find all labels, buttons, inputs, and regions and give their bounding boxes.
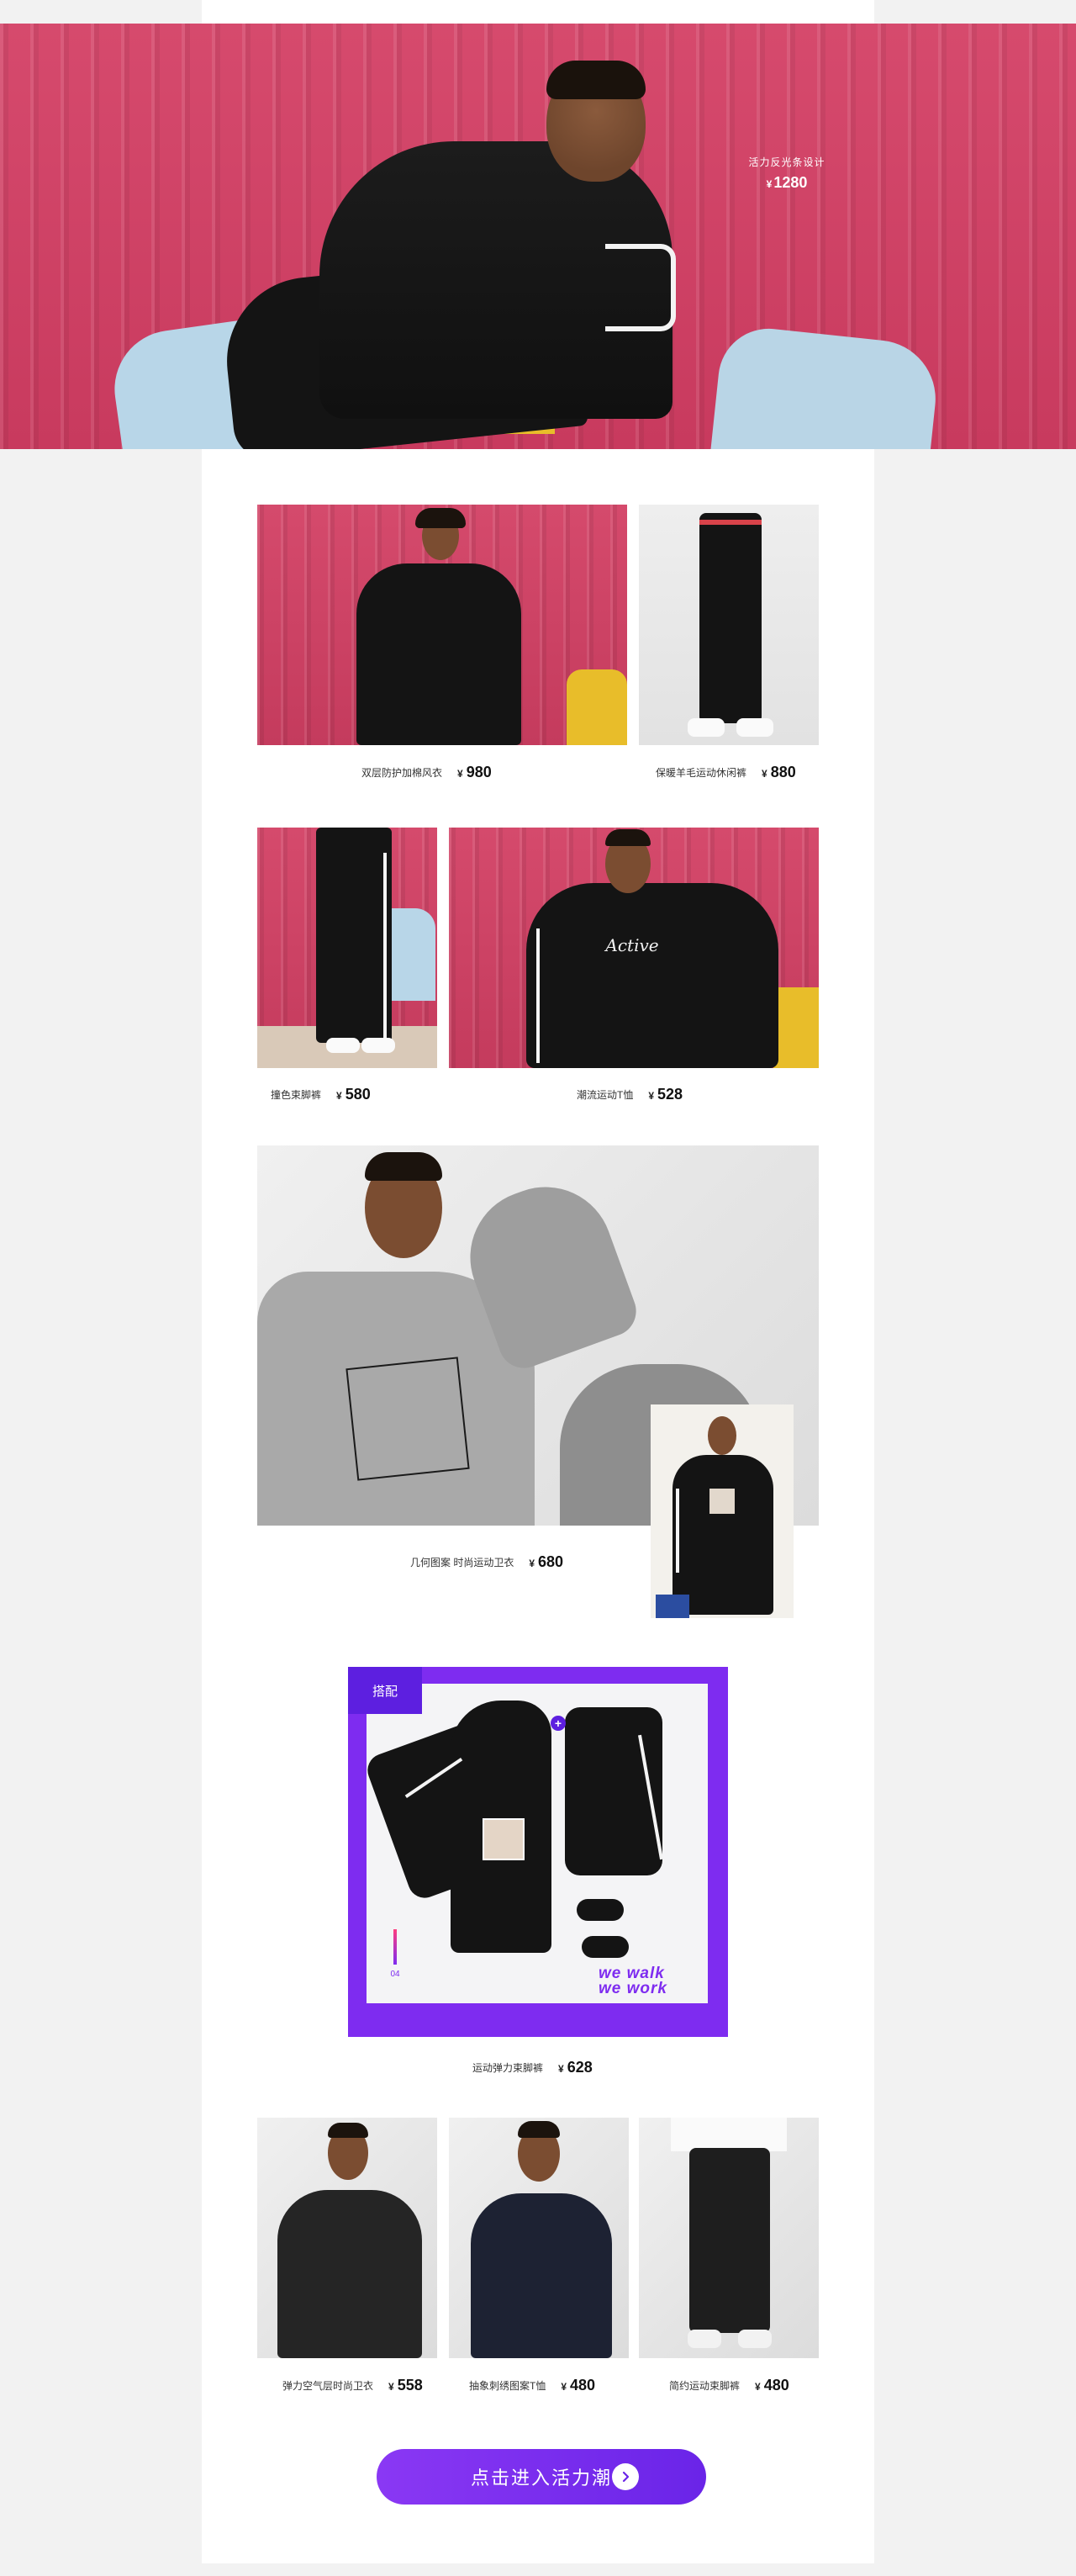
product-caption: 弹力空气层时尚卫衣 ¥558 <box>282 2376 423 2394</box>
combo-tag: 搭配 <box>348 1667 422 1714</box>
currency-symbol: ¥ <box>648 1089 655 1102</box>
product-name: 潮流运动T恤 <box>577 1088 634 1101</box>
model-hoodie <box>356 563 521 745</box>
product-name: 撞色束脚裤 <box>271 1088 322 1101</box>
currency-symbol: ¥ <box>762 767 767 780</box>
enter-store-button[interactable]: 点击进入活力潮 <box>377 2449 706 2505</box>
product-caption: 撞色束脚裤 ¥580 <box>271 1085 371 1103</box>
product-name: 保暖羊毛运动休闲裤 <box>656 766 747 779</box>
product-caption: 保暖羊毛运动休闲裤 ¥880 <box>656 763 796 781</box>
product-caption: 潮流运动T恤 ¥528 <box>577 1085 683 1103</box>
enter-store-label: 点击进入活力潮 <box>470 2468 612 2489</box>
product-name: 抽象刺绣图案T恤 <box>469 2379 546 2392</box>
product-image-pants[interactable] <box>639 505 819 745</box>
combo-number-bar <box>393 1929 397 1965</box>
product-price: 680 <box>538 1552 564 1570</box>
product-price: 980 <box>466 763 492 780</box>
combo-tagline-line2: we work <box>599 1980 667 1997</box>
product-name: 简约运动束脚裤 <box>669 2379 741 2392</box>
currency-symbol: ¥ <box>558 2062 564 2075</box>
combo-flatlay[interactable] <box>362 1684 708 2003</box>
product-image-embroidered-tee[interactable] <box>449 2118 629 2358</box>
shoe-left <box>688 2330 721 2348</box>
product-caption: 运动弹力束脚裤 ¥628 <box>472 2058 593 2076</box>
hero-model-hair <box>546 61 646 99</box>
model-hair <box>605 829 651 846</box>
combo-number: 04 <box>388 1929 402 1979</box>
tshirt-print: Active <box>605 935 659 955</box>
jogger-pants <box>689 2148 770 2333</box>
product-caption: 抽象刺绣图案T恤 ¥480 <box>469 2376 595 2394</box>
yellow-chair <box>773 987 819 1068</box>
product-caption: 简约运动束脚裤 ¥480 <box>669 2376 789 2394</box>
shoe-left <box>688 718 725 737</box>
product-price: 628 <box>567 2058 593 2076</box>
currency-symbol: ¥ <box>529 1557 535 1569</box>
sleeve-stripe <box>676 1489 679 1573</box>
model-face <box>708 1416 736 1455</box>
currency-symbol: ¥ <box>336 1089 342 1102</box>
hero-subtitle: 活力反光条设计 <box>748 156 825 168</box>
flatlay-shoe-bottom <box>582 1936 629 1958</box>
product-image-jogger[interactable] <box>639 2118 819 2358</box>
hero-chair-right <box>706 323 942 449</box>
model-hood <box>415 508 466 528</box>
shoe-right <box>738 2330 772 2348</box>
hero-caption: 活力反光条设计 ¥1280 <box>736 155 837 192</box>
product-name: 几何图案 时尚运动卫衣 <box>410 1556 514 1568</box>
flatlay-shoe-top <box>577 1899 624 1921</box>
model-hair <box>365 1152 442 1181</box>
product-price: 558 <box>397 2376 423 2394</box>
combo-number-text: 04 <box>390 1970 400 1979</box>
yellow-chair <box>567 669 627 745</box>
product-image-tshirt[interactable]: Active <box>449 828 819 1068</box>
shoe-right <box>361 1038 395 1053</box>
product-name: 双层防护加棉风衣 <box>361 766 443 779</box>
shoe-right <box>736 718 773 737</box>
hero-price-value: 1280 <box>773 174 808 191</box>
pants-stripe <box>383 853 387 1038</box>
black-hoodie <box>672 1455 773 1615</box>
hero-reflective-stripe <box>605 244 676 331</box>
model-hair <box>518 2121 560 2138</box>
product-price: 528 <box>657 1085 683 1103</box>
hero-banner[interactable]: 活力反光条设计 ¥1280 <box>0 24 1076 449</box>
geometric-print <box>345 1357 470 1481</box>
product-price: 480 <box>570 2376 596 2394</box>
model-tshirt <box>526 883 778 1068</box>
pants-waistband <box>699 520 762 525</box>
product-name: 运动弹力束脚裤 <box>472 2061 544 2074</box>
product-image-jacket[interactable] <box>257 505 627 745</box>
currency-symbol: ¥ <box>561 2380 567 2393</box>
model-tee <box>471 2193 612 2358</box>
sleeve-stripe <box>536 928 540 1063</box>
product-price: 580 <box>345 1085 371 1103</box>
model-sweatshirt <box>277 2190 422 2358</box>
flatlay-hoodie-print <box>483 1818 525 1860</box>
product-price: 480 <box>763 2376 789 2394</box>
currency-symbol: ¥ <box>388 2380 394 2393</box>
shoe-left <box>326 1038 360 1053</box>
product-image-sweatshirt[interactable] <box>257 2118 437 2358</box>
product-caption: 双层防护加棉风衣 ¥980 <box>361 763 492 781</box>
hero-price: ¥1280 <box>736 174 837 192</box>
combo-tagline: we walk we work <box>599 1965 716 1997</box>
currency-symbol: ¥ <box>457 767 463 780</box>
chevron-right-icon <box>612 2463 639 2490</box>
product-price: 880 <box>770 763 796 780</box>
product-name: 弹力空气层时尚卫衣 <box>282 2379 374 2392</box>
currency-symbol: ¥ <box>755 2380 761 2393</box>
hero-currency: ¥ <box>766 178 773 190</box>
white-shirt <box>671 2118 787 2151</box>
model-hair <box>328 2123 368 2138</box>
plus-icon: + <box>551 1716 566 1731</box>
pants <box>316 828 392 1043</box>
bag <box>656 1595 689 1618</box>
product-image-track-pants[interactable] <box>257 828 437 1068</box>
hoodie-print <box>709 1489 735 1514</box>
product-caption: 几何图案 时尚运动卫衣 ¥680 <box>410 1552 563 1571</box>
product-thumb-hoodie-black[interactable] <box>651 1404 794 1618</box>
pants <box>699 513 762 723</box>
